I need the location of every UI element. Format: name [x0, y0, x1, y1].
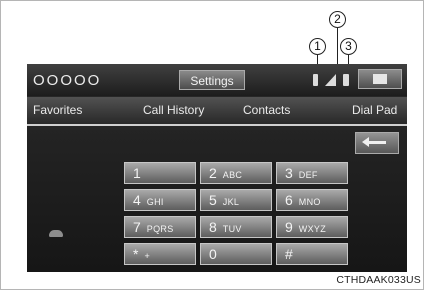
callout-3: 3: [340, 38, 357, 55]
key-1[interactable]: 1: [124, 162, 196, 184]
key-5[interactable]: 5 JKL: [200, 189, 272, 211]
callout-1: 1: [309, 38, 326, 55]
tab-contacts[interactable]: Contacts: [243, 103, 290, 117]
tab-call-history[interactable]: Call History: [143, 103, 204, 117]
signal-strength-icon: [325, 74, 336, 86]
message-button[interactable]: [358, 69, 402, 89]
key-8[interactable]: 8 TUV: [200, 216, 272, 238]
phone-tabs: Favorites Call History Contacts Dial Pad: [27, 97, 407, 126]
settings-button[interactable]: Settings: [179, 70, 245, 90]
battery-icon: [343, 74, 349, 86]
phone-screen: OOOOO Settings Favorites Call History Co…: [27, 64, 407, 272]
backspace-button[interactable]: [355, 132, 399, 154]
key-2[interactable]: 2 ABC: [200, 162, 272, 184]
tab-favorites[interactable]: Favorites: [33, 103, 82, 117]
bluetooth-icon: [313, 74, 318, 86]
key-4[interactable]: 4 GHI: [124, 189, 196, 211]
dial-keypad: 1 2 ABC 3 DEF 4 GHI 5 JKL 6 MNO 7 PQRS 8 TUV 9W…: [124, 162, 348, 266]
back-arrow-icon: [362, 137, 386, 147]
key-3[interactable]: 3 DEF: [276, 162, 348, 184]
key-star[interactable]: * +: [124, 243, 196, 265]
status-bar: OOOOO Settings: [27, 64, 407, 96]
manual-figure-frame: 2 1 3 OOOOO Settings Favorites Call Hist…: [0, 0, 424, 290]
key-7[interactable]: 7 PQRS: [124, 216, 196, 238]
key-0[interactable]: 0: [200, 243, 272, 265]
phone-icon: [49, 230, 63, 237]
mail-icon: [373, 74, 387, 84]
key-9[interactable]: 9 WXYZ: [276, 216, 348, 238]
figure-code: CTHDAAK033US: [336, 274, 421, 286]
callout-2: 2: [329, 11, 346, 28]
brand-label: OOOOO: [33, 72, 102, 89]
key-hash[interactable]: #: [276, 243, 348, 265]
key-6[interactable]: 6 MNO: [276, 189, 348, 211]
tab-dial-pad[interactable]: Dial Pad: [352, 103, 397, 117]
